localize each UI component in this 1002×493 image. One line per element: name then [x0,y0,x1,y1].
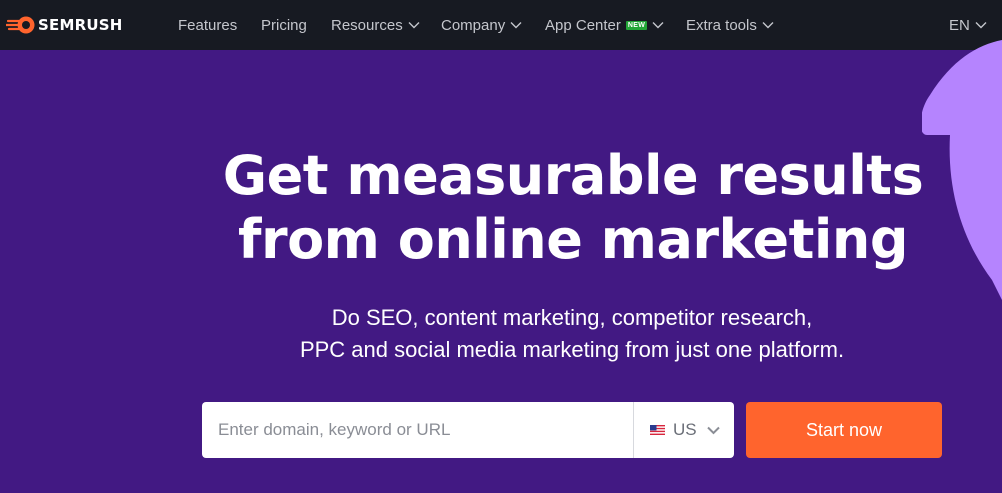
nav-item-label: Company [441,16,506,34]
hero-title: Get measurable results from online marke… [190,144,956,272]
country-selector[interactable]: US [634,402,734,458]
semrush-logo[interactable]: SEMRUSH [6,14,122,36]
brand-name: SEMRUSH [38,16,123,34]
chevron-down-icon [762,22,774,29]
hero-subtitle-line: PPC and social media marketing from just… [299,337,845,362]
hero-title-line: from online marketing [237,208,909,271]
nav-item-pricing[interactable]: Pricing [261,0,307,50]
semrush-fire-icon [6,16,35,34]
chevron-down-icon [706,426,720,434]
nav-item-features[interactable]: Features [178,0,237,50]
new-badge: NEW [625,20,648,30]
chevron-down-icon [408,22,420,29]
nav-item-resources[interactable]: Resources [331,0,420,50]
nav-item-app-center[interactable]: App Center NEW [545,0,664,50]
nav-item-label: Resources [331,16,403,34]
chevron-down-icon [652,22,664,29]
domain-search-input[interactable] [202,402,633,458]
hero-subtitle: Do SEO, content marketing, competitor re… [222,302,922,366]
hero-title-line: Get measurable results [222,144,924,207]
domain-search-form: US [202,402,734,458]
language-label: EN [949,16,970,34]
us-flag-icon [650,425,665,435]
nav-item-label: App Center [545,16,621,34]
country-label: US [673,420,697,439]
nav-item-company[interactable]: Company [441,0,522,50]
top-navigation: SEMRUSH Features Pricing Resources Compa… [0,0,1002,50]
chevron-down-icon [975,22,987,29]
nav-item-extra-tools[interactable]: Extra tools [686,0,774,50]
nav-item-label: Extra tools [686,16,757,34]
start-now-button[interactable]: Start now [746,402,942,458]
chevron-down-icon [510,22,522,29]
nav-item-label: Features [178,16,238,34]
nav-item-label: Pricing [261,16,307,34]
hero-subtitle-line: Do SEO, content marketing, competitor re… [331,305,813,330]
